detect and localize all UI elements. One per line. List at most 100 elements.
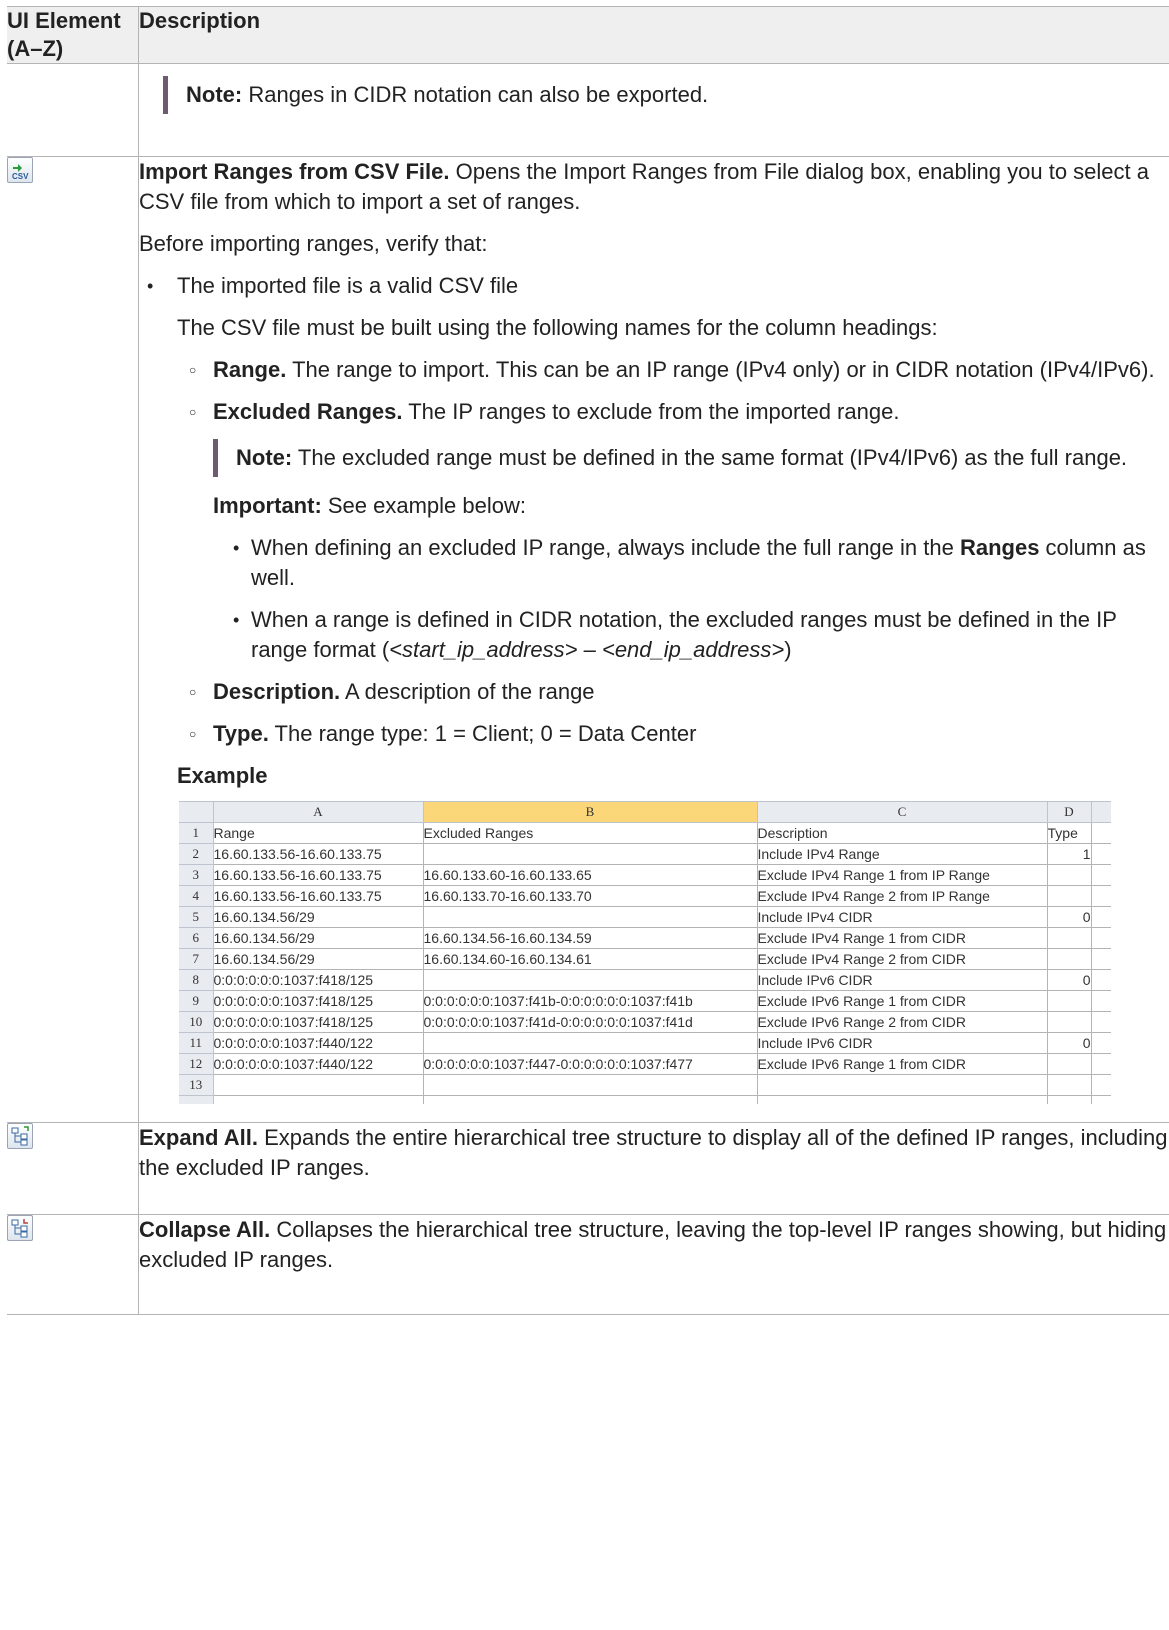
example-heading: Example	[177, 763, 268, 788]
description-label: Description.	[213, 679, 341, 704]
import-row: CSV Import Ranges from CSV File. Opens t…	[7, 156, 1169, 1123]
row-header: 8	[179, 969, 214, 991]
header-row: UI Element (A–Z) Description	[7, 6, 1169, 64]
note-row: Note: Ranges in CIDR notation can also b…	[7, 63, 1169, 157]
table-cell-description: Description	[756, 822, 1048, 844]
table-row: 7 16.60.134.56/29 16.60.134.60-16.60.134.6…	[179, 948, 1111, 970]
collapse-paragraph: Collapse All. Collapses the hierarchical…	[139, 1215, 1169, 1275]
table-cell-excluded: 0:0:0:0:0:0:1037:f447-0:0:0:0:0:0:1037:f…	[422, 1053, 758, 1075]
excluded-label: Excluded Ranges.	[213, 399, 403, 424]
table-cell-type	[1046, 927, 1092, 949]
spreadsheet-partial-row	[179, 1095, 1111, 1104]
table-cell-description: Exclude IPv6 Range 1 from CIDR	[756, 990, 1048, 1012]
table-cell-range	[212, 1074, 424, 1096]
table-cell-range: 16.60.133.56-16.60.133.75	[212, 885, 424, 907]
table-cell-excluded: 16.60.133.70-16.60.133.70	[422, 885, 758, 907]
excluded-text: The IP ranges to exclude from the import…	[402, 399, 900, 424]
table-cell	[212, 1095, 424, 1104]
table-row: 4 16.60.133.56-16.60.133.75 16.60.133.70-1…	[179, 885, 1111, 907]
table-cell-type	[1046, 1011, 1092, 1033]
table-cell	[1090, 1095, 1111, 1104]
table-cell-range: 16.60.133.56-16.60.133.75	[212, 843, 424, 865]
example-spreadsheet: A B C D 1 Range Excluded Ranges Description…	[179, 801, 1111, 1104]
excluded-note-wrap: Note: The excluded range must be defined…	[139, 439, 1169, 477]
cidr-text-c: )	[784, 637, 792, 662]
table-cell-type	[1046, 864, 1092, 886]
row-header: 4	[179, 885, 214, 907]
empty-icon-cell	[7, 63, 139, 157]
table-cell-description: Exclude IPv4 Range 2 from IP Range	[756, 885, 1048, 907]
table-row: 1 Range Excluded Ranges Description Type	[179, 822, 1111, 844]
note-cell: Note: Ranges in CIDR notation can also b…	[138, 63, 1169, 157]
table-cell-range: 16.60.134.56/29	[212, 948, 424, 970]
table-cell	[1090, 1074, 1111, 1096]
table-cell-range: 0:0:0:0:0:0:1037:f440/122	[212, 1053, 424, 1075]
table-cell	[1090, 990, 1111, 1012]
full-range-text-a: When defining an excluded IP range, alwa…	[251, 535, 960, 560]
important-label: Important:	[213, 493, 322, 518]
table-cell-range: 0:0:0:0:0:0:1037:f418/125	[212, 1011, 424, 1033]
table-cell-excluded	[422, 1032, 758, 1054]
expand-description-cell: Expand All. Expands the entire hierarchi…	[138, 1122, 1169, 1215]
table-cell-type: Type	[1046, 822, 1092, 844]
table-cell-range: 0:0:0:0:0:0:1037:f418/125	[212, 969, 424, 991]
expand-all-icon[interactable]	[7, 1123, 33, 1149]
table-cell-description	[756, 1074, 1048, 1096]
import-csv-icon[interactable]: CSV	[7, 157, 33, 183]
table-cell-description: Include IPv6 CIDR	[756, 969, 1048, 991]
import-icon-cell: CSV	[7, 156, 139, 1123]
table-cell-excluded: Excluded Ranges	[422, 822, 758, 844]
excluded-note-callout: Note: The excluded range must be defined…	[213, 439, 1169, 477]
import-description-cell: Import Ranges from CSV File. Opens the I…	[138, 156, 1169, 1123]
note-text: Ranges in CIDR notation can also be expo…	[242, 82, 709, 107]
table-cell-type: 0	[1046, 969, 1092, 991]
row-header: 6	[179, 927, 214, 949]
column-header-c: C	[756, 801, 1048, 823]
table-cell	[1090, 948, 1111, 970]
description-bullet: Description. A description of the range	[139, 677, 1169, 707]
table-row: 13	[179, 1074, 1111, 1096]
table-cell-type	[1046, 885, 1092, 907]
table-cell-range: 0:0:0:0:0:0:1037:f418/125	[212, 990, 424, 1012]
excluded-note-label: Note:	[236, 445, 293, 470]
expand-row: Expand All. Expands the entire hierarchi…	[7, 1122, 1169, 1215]
before-importing-text: Before importing ranges, verify that:	[139, 231, 488, 256]
expand-paragraph: Expand All. Expands the entire hierarchi…	[139, 1123, 1169, 1183]
row-header: 1	[179, 822, 214, 844]
column-header-b: B	[422, 801, 758, 823]
ranges-column-name: Ranges	[959, 535, 1040, 560]
table-cell-range: Range	[212, 822, 424, 844]
table-cell-excluded	[422, 1074, 758, 1096]
table-cell	[756, 1095, 1048, 1104]
table-cell-excluded: 16.60.133.60-16.60.133.65	[422, 864, 758, 886]
table-row: 9 0:0:0:0:0:0:1037:f418/125 0:0:0:0:0:0:10…	[179, 990, 1111, 1012]
table-cell-excluded	[422, 843, 758, 865]
column-header-e	[1090, 801, 1111, 823]
row-header: 13	[179, 1074, 214, 1096]
expand-icon-cell	[7, 1122, 139, 1215]
important-rest: See example below:	[321, 493, 526, 518]
table-cell-description: Exclude IPv4 Range 1 from IP Range	[756, 864, 1048, 886]
row-header: 11	[179, 1032, 214, 1054]
ip-range-format: <start_ip_address> – <end_ip_address>	[389, 637, 785, 662]
row-header: 9	[179, 990, 214, 1012]
table-cell	[1090, 822, 1111, 844]
note-label: Note:	[186, 82, 243, 107]
table-cell-excluded	[422, 906, 758, 928]
import-title: Import Ranges from CSV File.	[139, 159, 450, 184]
import-title-paragraph: Import Ranges from CSV File. Opens the I…	[139, 157, 1169, 217]
svg-text:CSV: CSV	[12, 172, 29, 181]
table-row: 10 0:0:0:0:0:0:1037:f418/125 0:0:0:0:0:0:1…	[179, 1011, 1111, 1033]
table-cell-description: Include IPv4 Range	[756, 843, 1048, 865]
collapse-all-icon[interactable]	[7, 1215, 33, 1241]
note-callout: Note: Ranges in CIDR notation can also b…	[163, 76, 1169, 114]
table-cell-range: 16.60.134.56/29	[212, 927, 424, 949]
table-row: 6 16.60.134.56/29 16.60.134.56-16.60.134.5…	[179, 927, 1111, 949]
important-text: Important: See example below:	[139, 491, 1169, 521]
table-cell-description: Include IPv4 CIDR	[756, 906, 1048, 928]
cidr-format-bullet: When a range is defined in CIDR notation…	[139, 605, 1169, 665]
collapse-description-cell: Collapse All. Collapses the hierarchical…	[138, 1214, 1169, 1315]
table-cell	[1090, 927, 1111, 949]
table-cell-type: 0	[1046, 1032, 1092, 1054]
table-cell-type: 0	[1046, 906, 1092, 928]
